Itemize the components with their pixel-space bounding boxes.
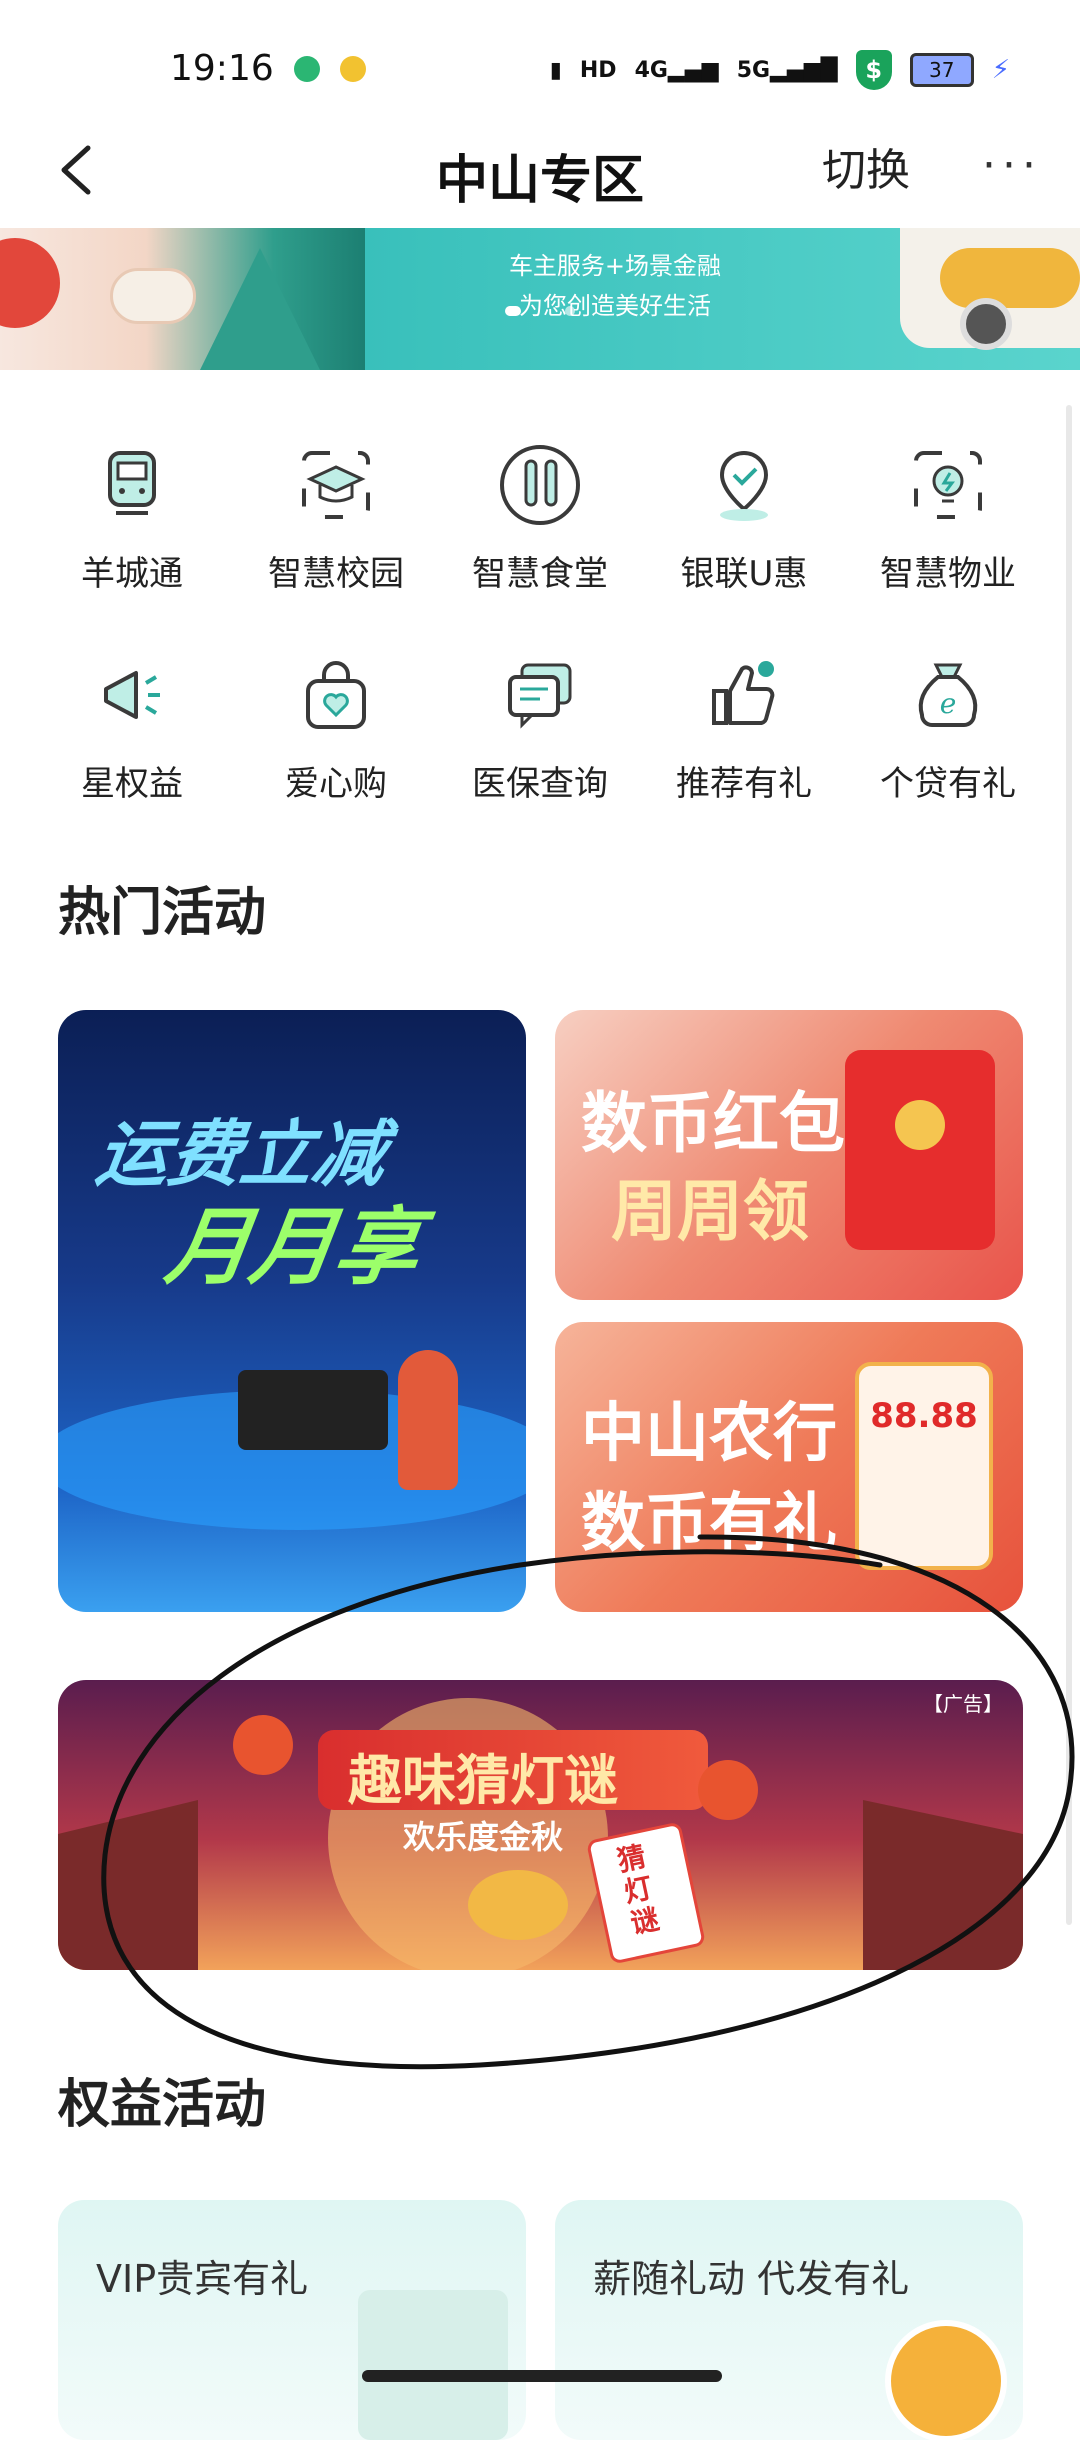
- graduation-cap-icon: [291, 440, 381, 530]
- service-item-medical-insurance[interactable]: 医保查询: [438, 650, 642, 805]
- service-label: 智慧校园: [268, 554, 404, 594]
- delivery-truck-icon: [238, 1370, 388, 1450]
- signal-4g-icon: 4G▂▄▆: [634, 57, 719, 83]
- clock-icon: [885, 2320, 1007, 2440]
- card-title-line-2: 月月享: [160, 1198, 426, 1296]
- red-envelope-icon: [845, 1050, 995, 1250]
- app-notification-icon: [340, 56, 366, 82]
- service-item-smart-campus[interactable]: 智慧校园: [234, 440, 438, 595]
- vibrate-icon: ▮: [549, 57, 562, 83]
- shipping-discount-card[interactable]: 运费立减 月月享: [58, 1010, 526, 1612]
- lightbulb-icon: [903, 440, 993, 530]
- benefits-heading: 权益活动: [58, 2075, 267, 2135]
- status-bar: 19:16 ▮ HD 4G▂▄▆ 5G▂▄▆█ $ 37 ⚡: [0, 0, 1080, 130]
- chat-bubble-icon: [495, 650, 585, 740]
- banner-car-illustration: [900, 228, 1080, 350]
- service-label: 爱心购: [285, 764, 387, 804]
- switch-button[interactable]: 切换: [822, 134, 910, 198]
- heart-bag-icon: [291, 650, 381, 740]
- banner-pager-dot: [565, 306, 575, 316]
- hot-activities-heading: 热门活动: [58, 883, 267, 943]
- battery-icon: 37: [909, 53, 974, 87]
- location-check-icon: [699, 440, 789, 530]
- service-label: 医保查询: [472, 764, 608, 804]
- more-options-button[interactable]: ···: [982, 140, 1042, 191]
- service-item-star-rights[interactable]: 星权益: [30, 650, 234, 805]
- service-item-charity-shopping[interactable]: 爱心购: [234, 650, 438, 805]
- service-item-smart-property[interactable]: 智慧物业: [846, 440, 1050, 595]
- card-title-line-1: 数币红包: [581, 1085, 845, 1162]
- digital-currency-red-packet-card[interactable]: 数币红包 周周领: [555, 1010, 1023, 1300]
- service-label: 个贷有礼: [880, 764, 1016, 804]
- banner-line-1: 车主服务+场景金融: [508, 252, 722, 280]
- metro-icon: [87, 440, 177, 530]
- service-item-referral-gift[interactable]: 推荐有礼: [642, 650, 846, 805]
- page-title: 中山专区: [435, 151, 644, 211]
- top-banner[interactable]: 车主服务+场景金融 为您创造美好生活: [0, 228, 1080, 370]
- card-title: 薪随礼动 代发有礼: [593, 2257, 910, 2301]
- service-label: 智慧食堂: [472, 554, 608, 594]
- navigation-bar: 中山专区 切换 ···: [0, 120, 1080, 230]
- payroll-gift-card[interactable]: 薪随礼动 代发有礼: [555, 2200, 1023, 2440]
- svg-text:e: e: [940, 687, 957, 720]
- card-title-line-1: 中山农行: [581, 1397, 837, 1471]
- hd-icon: HD: [579, 57, 617, 83]
- amount-text: 88.88: [870, 1396, 978, 1436]
- signal-5g-icon: 5G▂▄▆█: [736, 57, 838, 83]
- banner-illustration: [0, 228, 365, 370]
- thumbs-up-icon: [699, 650, 789, 740]
- security-shield-icon: $: [855, 50, 892, 90]
- courier-figure: [398, 1350, 458, 1490]
- card-title-line-2: 周周领: [611, 1173, 809, 1250]
- vip-illustration: [358, 2290, 508, 2440]
- service-label: 羊城通: [81, 554, 183, 594]
- fork-knife-icon: [495, 440, 585, 530]
- banner-pager-dot: [505, 306, 521, 316]
- service-label: 智慧物业: [880, 554, 1016, 594]
- service-item-smart-canteen[interactable]: 智慧食堂: [438, 440, 642, 595]
- service-item-personal-loan-gift[interactable]: e 个贷有礼: [846, 650, 1050, 805]
- service-label: 星权益: [81, 764, 183, 804]
- vip-gift-card[interactable]: VIP贵宾有礼: [58, 2200, 526, 2440]
- service-label: 银联U惠: [680, 554, 808, 594]
- hand-drawn-circle-annotation: [101, 1534, 1075, 2070]
- home-indicator[interactable]: [362, 2370, 722, 2382]
- banner-line-2: 为您创造美好生活: [519, 292, 711, 320]
- card-title: VIP贵宾有礼: [96, 2257, 309, 2301]
- status-time: 19:16: [170, 48, 274, 89]
- message-notification-icon: [294, 56, 320, 82]
- service-item-unionpay-u-hui[interactable]: 银联U惠: [642, 440, 846, 595]
- money-bag-icon: e: [903, 650, 993, 740]
- service-item-yangchengtong[interactable]: 羊城通: [30, 440, 234, 595]
- service-label: 推荐有礼: [676, 764, 812, 804]
- megaphone-icon: [87, 650, 177, 740]
- charging-icon: ⚡: [991, 55, 1010, 85]
